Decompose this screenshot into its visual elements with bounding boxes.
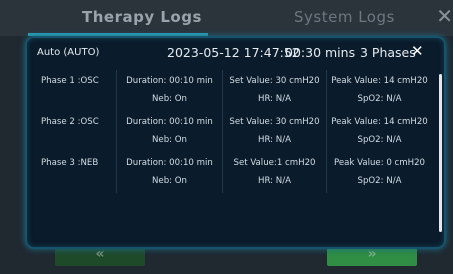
close-icon[interactable]: ✕ — [436, 6, 453, 26]
neb-status: Neb: On — [151, 94, 187, 104]
total-duration: 00:30 mins — [285, 45, 356, 60]
phase-list: Phase 1 :OSC Duration: 00:10 min Neb: On … — [27, 70, 432, 193]
set-value-cell: Set Value: 30 cmH20 HR: N/A — [223, 111, 327, 152]
phase-row: Phase 2 :OSC Duration: 00:10 min Neb: On … — [27, 111, 432, 152]
peak-value: Peak Value: 0 cmH20 — [333, 158, 426, 168]
set-value: Set Value:1 cmH20 — [233, 158, 316, 168]
peak-value-cell: Peak Value: 14 cmH20 SpO2: N/A — [327, 111, 432, 152]
spo2: SpO2: N/A — [357, 176, 402, 186]
phase-duration: Duration: 00:10 min — [126, 76, 213, 86]
peak-value: Peak Value: 14 cmH20 — [331, 117, 428, 127]
therapy-mode: Auto (AUTO) — [37, 47, 100, 58]
log-datetime: 2023-05-12 17:47:52 — [167, 45, 300, 60]
set-value-cell: Set Value:1 cmH20 HR: N/A — [223, 152, 327, 193]
set-value: Set Value: 30 cmH20 — [229, 117, 320, 127]
phase-duration: Duration: 00:10 min — [126, 117, 213, 127]
phase-cell: Phase 1 :OSC — [27, 70, 117, 111]
set-value-cell: Set Value: 30 cmH20 HR: N/A — [223, 70, 327, 111]
tab-system-logs[interactable]: System Logs — [294, 8, 395, 26]
dialog-header: Auto (AUTO) 2023-05-12 17:47:52 00:30 mi… — [27, 38, 444, 68]
dialog-close-icon[interactable]: ✕ — [411, 42, 424, 60]
duration-cell: Duration: 00:10 min Neb: On — [117, 152, 223, 193]
phase-count: 3 Phases — [360, 45, 416, 60]
peak-value-cell: Peak Value: 0 cmH20 SpO2: N/A — [327, 152, 432, 193]
tab-therapy-logs[interactable]: Therapy Logs — [82, 8, 202, 26]
phase-row: Phase 3 :NEB Duration: 00:10 min Neb: On … — [27, 152, 432, 193]
duration-cell: Duration: 00:10 min Neb: On — [117, 111, 223, 152]
neb-status: Neb: On — [151, 135, 187, 145]
heart-rate: HR: N/A — [258, 176, 291, 186]
tab-bar: Therapy Logs System Logs ✕ — [0, 0, 453, 36]
peak-value-cell: Peak Value: 14 cmH20 SpO2: N/A — [327, 70, 432, 111]
phase-label: Phase 3 :NEB — [41, 158, 99, 168]
phase-cell: Phase 2 :OSC — [27, 111, 117, 152]
log-detail-dialog: Auto (AUTO) 2023-05-12 17:47:52 00:30 mi… — [25, 36, 446, 249]
heart-rate: HR: N/A — [258, 135, 291, 145]
phase-duration: Duration: 00:10 min — [126, 158, 213, 168]
heart-rate: HR: N/A — [258, 94, 291, 104]
scrollbar[interactable] — [439, 74, 442, 232]
phase-label: Phase 1 :OSC — [41, 76, 99, 86]
duration-cell: Duration: 00:10 min Neb: On — [117, 70, 223, 111]
peak-value: Peak Value: 14 cmH20 — [331, 76, 428, 86]
phase-label: Phase 2 :OSC — [41, 117, 99, 127]
phase-cell: Phase 3 :NEB — [27, 152, 117, 193]
spo2: SpO2: N/A — [357, 94, 402, 104]
neb-status: Neb: On — [151, 176, 187, 186]
phase-row: Phase 1 :OSC Duration: 00:10 min Neb: On … — [27, 70, 432, 111]
set-value: Set Value: 30 cmH20 — [229, 76, 320, 86]
spo2: SpO2: N/A — [357, 135, 402, 145]
